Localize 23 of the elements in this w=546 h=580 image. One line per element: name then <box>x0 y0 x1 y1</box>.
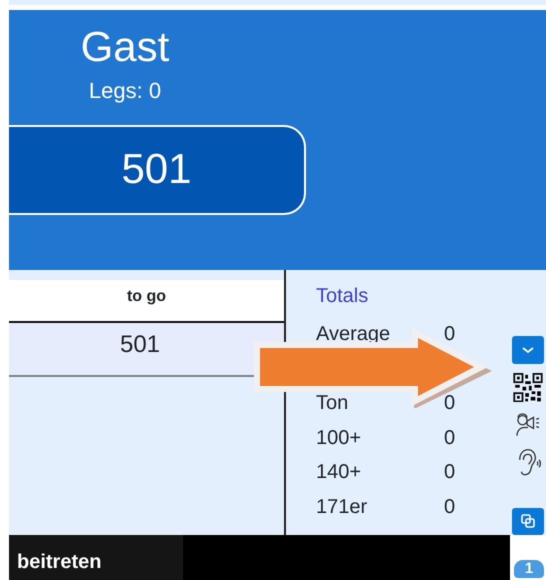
dropdown-button[interactable] <box>512 336 544 364</box>
stat-label: 140+ <box>316 460 362 485</box>
count-badge: 1 <box>514 560 544 578</box>
stat-label: Ton <box>316 391 350 416</box>
join-label[interactable]: beitreten <box>9 535 183 580</box>
chevron-down-icon <box>521 344 535 355</box>
stat-label: 100+ <box>316 426 362 450</box>
totals-title: Totals <box>316 284 370 309</box>
stat-value: 0 <box>444 322 456 347</box>
score-value: 501 <box>120 144 193 194</box>
player-name: Gast <box>80 22 170 68</box>
stat-label: Average <box>316 322 392 347</box>
stat-value: 0 <box>444 460 456 485</box>
table-cell-text: 501 <box>118 330 162 360</box>
stat-label: 171er <box>316 494 368 520</box>
stat-value: 0 <box>444 391 456 416</box>
stat-value: 0 <box>444 494 456 520</box>
column-header: to go <box>126 287 168 307</box>
stat-value: 0 <box>444 426 456 450</box>
copy-icon <box>521 514 535 528</box>
qr-code-icon[interactable] <box>512 372 544 402</box>
copy-button[interactable] <box>512 508 544 535</box>
legs-count: Legs: 0 <box>88 77 162 105</box>
